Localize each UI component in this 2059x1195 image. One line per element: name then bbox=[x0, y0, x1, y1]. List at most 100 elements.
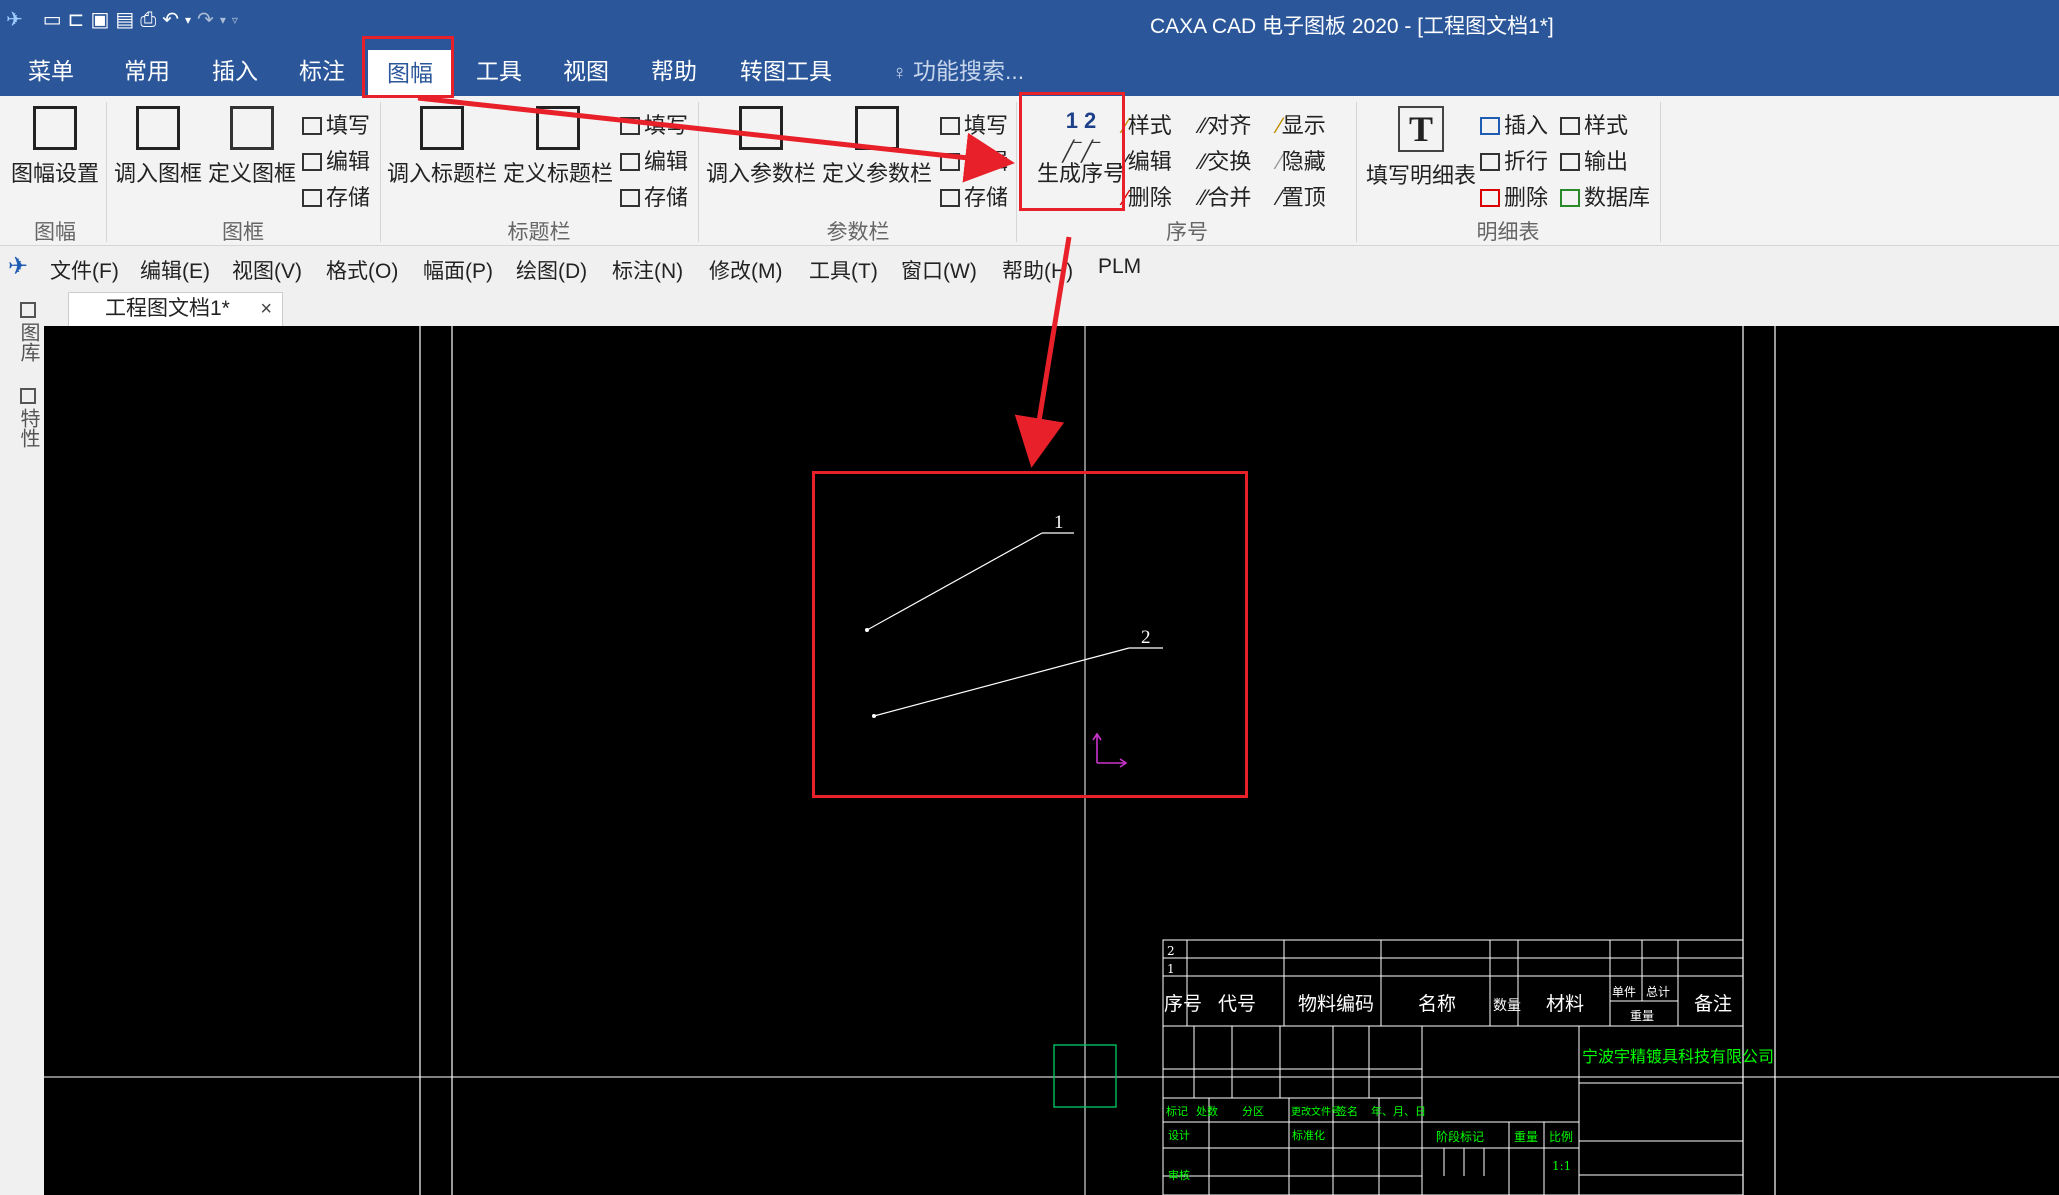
tab-view[interactable]: 视图 bbox=[555, 52, 617, 90]
menu-plm[interactable]: PLM bbox=[1098, 255, 1141, 279]
ribbon-tab-bar: 菜单 常用 插入 标注 图幅 工具 视图 帮助 转图工具 ♀ 功能搜索... bbox=[0, 44, 2059, 96]
bom-fold-button[interactable]: 折行 bbox=[1480, 144, 1548, 176]
define-titleblock-label: 定义标题栏 bbox=[502, 161, 613, 186]
side-tab-library[interactable]: 图库 bbox=[14, 302, 43, 362]
window-title: CAXA CAD 电子图板 2020 - [工程图文档1*] bbox=[1150, 15, 1554, 38]
param-fill-button[interactable]: 填写 bbox=[940, 108, 1008, 140]
menu-draw[interactable]: 绘图(D) bbox=[516, 255, 587, 285]
group-label-bom: 明细表 bbox=[1476, 221, 1540, 244]
titleblock-edit-button[interactable]: 编辑 bbox=[620, 144, 688, 176]
bom-output-button[interactable]: 输出 bbox=[1560, 144, 1628, 176]
open-folder-icon[interactable]: ⊏ bbox=[68, 8, 85, 32]
edit-icon bbox=[302, 153, 322, 171]
customize-qa-icon[interactable]: ▿ bbox=[232, 8, 238, 32]
side-tab-properties[interactable]: 特性 bbox=[14, 388, 43, 448]
tab-menu[interactable]: 菜单 bbox=[20, 52, 82, 90]
close-icon[interactable]: × bbox=[260, 293, 272, 325]
bom-delete-label: 删除 bbox=[1504, 185, 1549, 210]
bom-text: 2 1 序号 代号 物料编码 名称 数量 材料 单件 总计 重量 备注 bbox=[1164, 944, 1732, 1023]
group-separator bbox=[698, 102, 699, 242]
bom-row-1: 1 bbox=[1167, 962, 1175, 976]
seq-delete-button[interactable]: ∕删除 bbox=[1124, 180, 1172, 212]
define-frame-button[interactable]: 定义图框 bbox=[206, 106, 298, 188]
menu-window[interactable]: 窗口(W) bbox=[901, 255, 977, 285]
print-icon[interactable]: ⎙ bbox=[140, 8, 156, 32]
bom-header-material-code: 物料编码 bbox=[1298, 993, 1374, 1015]
menu-file[interactable]: 文件(F) bbox=[50, 255, 119, 285]
menu-sheet[interactable]: 幅面(P) bbox=[423, 255, 493, 285]
bom-style-button[interactable]: 样式 bbox=[1560, 108, 1628, 140]
search-placeholder: 功能搜索... bbox=[913, 58, 1025, 84]
define-frame-label: 定义图框 bbox=[207, 161, 296, 186]
titleblock-save-button[interactable]: 存储 bbox=[620, 180, 688, 212]
param-edit-label: 编辑 bbox=[964, 149, 1009, 174]
tab-common[interactable]: 常用 bbox=[116, 52, 178, 90]
seq-merge-button[interactable]: ⁄⁄合并 bbox=[1200, 180, 1251, 212]
tb-design: 设计 bbox=[1168, 1129, 1190, 1142]
group-label-param: 参数栏 bbox=[826, 221, 890, 244]
define-frame-icon bbox=[230, 106, 274, 150]
properties-icon bbox=[20, 388, 36, 404]
feature-search[interactable]: ♀ 功能搜索... bbox=[884, 52, 1032, 90]
save-icon[interactable]: ▣ bbox=[90, 8, 109, 32]
bom-header-material: 材料 bbox=[1546, 993, 1584, 1015]
seq-style-button[interactable]: ∕样式 bbox=[1124, 108, 1172, 140]
tufu-setup-button[interactable]: 图幅设置 bbox=[8, 106, 102, 188]
app-logo-icon[interactable]: ✈ bbox=[6, 8, 23, 32]
define-titleblock-button[interactable]: 定义标题栏 bbox=[502, 106, 614, 188]
seq-show-button[interactable]: ⁄显示 bbox=[1278, 108, 1326, 140]
redo-dropdown-icon[interactable]: ▾ bbox=[220, 8, 226, 32]
load-frame-button[interactable]: 调入图框 bbox=[112, 106, 204, 188]
frame-save-button[interactable]: 存储 bbox=[302, 180, 370, 212]
menu-modify[interactable]: 修改(M) bbox=[709, 255, 782, 285]
app-menu-icon[interactable]: ✈ bbox=[8, 254, 34, 280]
seq-style-label: 样式 bbox=[1127, 113, 1172, 138]
seq-hide-button[interactable]: ⁄隐藏 bbox=[1278, 144, 1326, 176]
titleblock-fill-button[interactable]: 填写 bbox=[620, 108, 688, 140]
define-param-button[interactable]: 定义参数栏 bbox=[820, 106, 934, 188]
group-label-tufu: 图幅 bbox=[34, 221, 76, 244]
bom-style-label: 样式 bbox=[1584, 113, 1629, 138]
menu-view[interactable]: 视图(V) bbox=[232, 255, 302, 285]
seq-top-button[interactable]: ⁄置顶 bbox=[1278, 180, 1326, 212]
bom-header-remark: 备注 bbox=[1694, 993, 1732, 1015]
frame-setup-icon bbox=[33, 106, 77, 150]
menu-edit[interactable]: 编辑(E) bbox=[140, 255, 210, 285]
tab-annotate[interactable]: 标注 bbox=[291, 52, 353, 90]
param-save-button[interactable]: 存储 bbox=[940, 180, 1008, 212]
tab-convert-tools[interactable]: 转图工具 bbox=[732, 52, 840, 90]
seq-align-button[interactable]: ⁄⁄对齐 bbox=[1200, 108, 1251, 140]
document-tab[interactable]: 工程图文档1* × bbox=[68, 292, 283, 326]
group-separator bbox=[106, 102, 107, 242]
frame-edit-button[interactable]: 编辑 bbox=[302, 144, 370, 176]
save-all-icon[interactable]: ▤ bbox=[115, 8, 134, 32]
param-edit-button[interactable]: 编辑 bbox=[940, 144, 1008, 176]
menu-help[interactable]: 帮助(H) bbox=[1002, 255, 1073, 285]
menu-format[interactable]: 格式(O) bbox=[326, 255, 398, 285]
seq-swap-button[interactable]: ⁄⁄交换 bbox=[1200, 144, 1251, 176]
side-tab-library-label: 图库 bbox=[17, 322, 39, 362]
menu-annotate[interactable]: 标注(N) bbox=[612, 255, 683, 285]
fold-row-icon bbox=[1480, 153, 1500, 171]
load-param-button[interactable]: 调入参数栏 bbox=[704, 106, 818, 188]
load-titleblock-button[interactable]: 调入标题栏 bbox=[386, 106, 498, 188]
tab-insert[interactable]: 插入 bbox=[204, 52, 266, 90]
redo-icon[interactable]: ↷ bbox=[197, 8, 214, 32]
frame-save-label: 存储 bbox=[326, 185, 371, 210]
bom-insert-button[interactable]: 插入 bbox=[1480, 108, 1548, 140]
menu-tools[interactable]: 工具(T) bbox=[809, 255, 878, 285]
save-icon bbox=[620, 189, 640, 207]
bom-database-button[interactable]: 数据库 bbox=[1560, 180, 1650, 212]
bom-delete-button[interactable]: 删除 bbox=[1480, 180, 1548, 212]
fill-icon bbox=[302, 117, 322, 135]
frame-fill-button[interactable]: 填写 bbox=[302, 108, 370, 140]
new-file-icon[interactable]: ▭ bbox=[43, 8, 62, 32]
seq-edit-button[interactable]: ∕编辑 bbox=[1124, 144, 1172, 176]
param-fill-label: 填写 bbox=[964, 113, 1009, 138]
undo-icon[interactable]: ↶ bbox=[162, 8, 179, 32]
tab-help[interactable]: 帮助 bbox=[643, 52, 705, 90]
tab-tools[interactable]: 工具 bbox=[468, 52, 530, 90]
document-tab-bar: 工程图文档1* × bbox=[0, 290, 2059, 326]
undo-dropdown-icon[interactable]: ▾ bbox=[185, 8, 191, 32]
fill-bom-button[interactable]: T 填写明细表 bbox=[1362, 106, 1480, 190]
